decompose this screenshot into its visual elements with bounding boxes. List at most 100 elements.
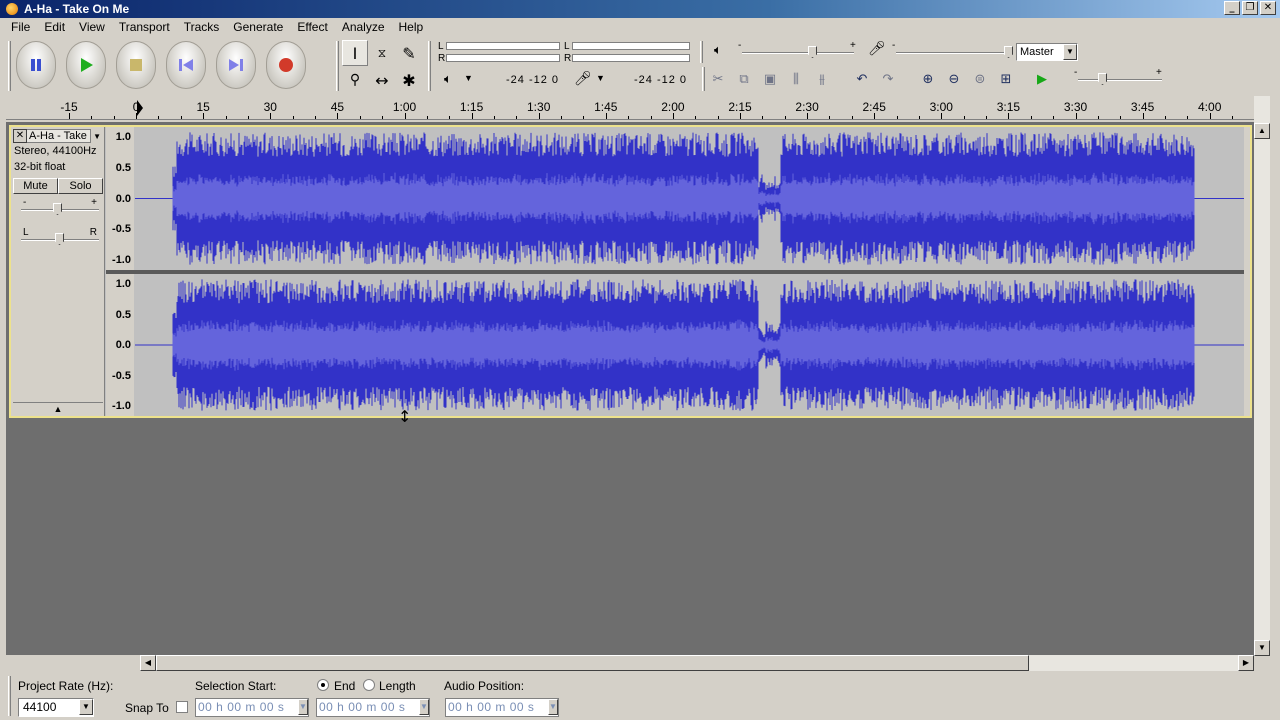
toolbar-grip[interactable] [8, 41, 11, 91]
gain-slider[interactable]: - + [21, 197, 99, 219]
fit-selection-button[interactable]: ⊜ [968, 68, 992, 90]
menu-edit[interactable]: Edit [37, 18, 72, 37]
output-volume-thumb[interactable] [808, 46, 817, 58]
menu-transport[interactable]: Transport [112, 18, 177, 37]
selection-end-field[interactable]: 00 h 00 m 00 s ▼ [316, 698, 430, 717]
pan-slider[interactable]: L R [21, 227, 99, 249]
record-button[interactable] [266, 41, 306, 89]
waveform-right-channel[interactable] [135, 274, 1249, 416]
close-window-button[interactable]: ✕ [1260, 1, 1276, 15]
menu-analyze[interactable]: Analyze [335, 18, 392, 37]
length-radio[interactable] [363, 679, 375, 691]
selection-tool[interactable]: I [342, 40, 368, 66]
horizontal-scroll-thumb[interactable] [156, 655, 1029, 671]
playback-meter-right[interactable] [446, 54, 560, 62]
collapse-track-button[interactable]: ▲ [13, 402, 103, 414]
playback-meter-left[interactable] [446, 42, 560, 50]
play-button[interactable] [66, 41, 106, 89]
cut-button[interactable]: ✂ [706, 68, 730, 90]
horizontal-scrollbar[interactable]: ◀ ▶ [140, 655, 1254, 671]
gain-slider-thumb[interactable] [53, 203, 62, 215]
chevron-down-icon[interactable]: ▼ [548, 699, 558, 715]
snap-to-checkbox[interactable] [176, 701, 188, 713]
zoom-tool[interactable]: ⚲ [342, 67, 368, 93]
toolbar-grip[interactable] [336, 41, 339, 91]
multi-tool[interactable]: ✱ [396, 67, 422, 93]
mute-button[interactable]: Mute [13, 178, 58, 194]
chevron-down-icon[interactable]: ▼ [79, 699, 93, 715]
fit-project-button[interactable]: ⊞ [994, 68, 1018, 90]
audio-track[interactable]: ✕ A-Ha - Take ▼ Stereo, 44100Hz 32-bit f… [9, 125, 1252, 418]
ruler-tick [762, 116, 764, 119]
timeline-ruler[interactable]: -15 0 15 30 45 1:00 1:15 1:30 1:45 2:00 2:15 2:30 2:… [6, 96, 1256, 120]
envelope-tool[interactable]: ⧖ [369, 40, 395, 66]
chevron-down-icon[interactable]: ▼ [298, 699, 308, 715]
ruler-label: 0 [132, 100, 140, 114]
toolbar-grip[interactable] [428, 41, 431, 91]
track-name-menu[interactable]: A-Ha - Take [27, 129, 92, 143]
scroll-down-button[interactable]: ▼ [1254, 640, 1270, 656]
chevron-down-icon[interactable]: ▼ [419, 699, 429, 715]
toolbar-grip[interactable] [8, 676, 11, 716]
solo-button[interactable]: Solo [58, 178, 103, 194]
vertical-ruler-left-channel[interactable]: 1.0 0.5 0.0 -0.5 -1.0 [106, 127, 134, 270]
record-meter-menu-arrow[interactable]: ▼ [596, 73, 605, 83]
ruler-tick [807, 113, 809, 119]
scroll-right-button[interactable]: ▶ [1238, 655, 1254, 671]
speaker-icon[interactable]: 🔈︎ [444, 72, 452, 87]
vertical-ruler-right-channel[interactable]: 1.0 0.5 0.0 -0.5 -1.0 [106, 274, 134, 416]
skip-to-end-button[interactable] [216, 41, 256, 89]
scroll-up-button[interactable]: ▲ [1254, 123, 1270, 139]
input-volume-slider[interactable] [896, 52, 1008, 54]
copy-button[interactable]: ⧉ [732, 68, 756, 90]
double-arrow-icon: ↔ [375, 70, 389, 90]
menu-generate[interactable]: Generate [226, 18, 290, 37]
chevron-down-icon[interactable]: ▼ [91, 132, 103, 141]
redo-button[interactable]: ↷ [876, 68, 900, 90]
toolbar-grip[interactable] [702, 67, 705, 91]
microphone-icon[interactable]: 🎤︎ [574, 71, 592, 87]
menu-file[interactable]: File [4, 18, 37, 37]
trim-button[interactable]: ⫼ [784, 68, 808, 90]
pause-button[interactable] [16, 41, 56, 89]
silence-button[interactable]: ⫵ [810, 68, 834, 90]
vertical-scrollbar[interactable]: ▲ ▼ [1254, 96, 1270, 656]
zoom-out-button[interactable]: ⊖ [942, 68, 966, 90]
waveform-left-channel[interactable] [135, 127, 1249, 270]
scroll-left-button[interactable]: ◀ [140, 655, 156, 671]
skip-to-start-button[interactable] [166, 41, 206, 89]
selection-start-field[interactable]: 00 h 00 m 00 s ▼ [195, 698, 309, 717]
paste-button[interactable]: ▣ [758, 68, 782, 90]
ruler-label: 3:30 [1063, 100, 1088, 114]
ruler-tick [1142, 113, 1144, 119]
pan-slider-thumb[interactable] [55, 233, 64, 245]
project-rate-select[interactable]: 44100 ▼ [18, 698, 94, 717]
track-panel[interactable]: ✕ A-Ha - Take ▼ Stereo, 44100Hz 32-bit f… [6, 122, 1254, 655]
menu-view[interactable]: View [72, 18, 112, 37]
toolbar-grip[interactable] [700, 41, 703, 63]
output-volume-slider[interactable] [742, 52, 854, 54]
close-track-button[interactable]: ✕ [13, 129, 27, 143]
zoom-in-button[interactable]: ⊕ [916, 68, 940, 90]
chevron-down-icon[interactable]: ▼ [1063, 44, 1077, 60]
input-volume-thumb[interactable] [1004, 46, 1013, 58]
menu-tracks[interactable]: Tracks [177, 18, 227, 37]
minimize-button[interactable]: _ [1224, 1, 1240, 15]
audio-position-field[interactable]: 00 h 00 m 00 s ▼ [445, 698, 559, 717]
play-at-speed-button[interactable]: ▶ [1030, 68, 1054, 90]
end-radio[interactable] [317, 679, 329, 691]
playback-meter-menu-arrow[interactable]: ▼ [464, 73, 473, 83]
play-speed-thumb[interactable] [1098, 73, 1107, 85]
restore-button[interactable]: ❐ [1242, 1, 1258, 15]
menu-help[interactable]: Help [392, 18, 431, 37]
stop-button[interactable] [116, 41, 156, 89]
menu-effect[interactable]: Effect [290, 18, 334, 37]
play-speed-slider[interactable] [1078, 79, 1162, 81]
draw-tool[interactable]: ✎ [396, 40, 422, 66]
input-source-select[interactable]: Master ▼ [1016, 43, 1078, 61]
record-meter-left[interactable] [572, 42, 690, 50]
timeshift-tool[interactable]: ↔ [369, 67, 395, 93]
record-meter-right[interactable] [572, 54, 690, 62]
project-rate-label: Project Rate (Hz): [18, 679, 114, 693]
undo-button[interactable]: ↶ [850, 68, 874, 90]
